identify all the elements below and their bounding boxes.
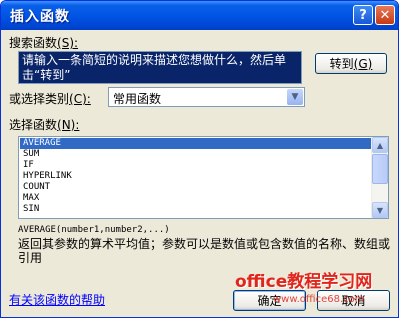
search-input[interactable]: 请输入一条简短的说明来描述您想做什么，然后单击“转到” [18, 51, 302, 84]
category-label: 或选择类别(C): [9, 92, 91, 106]
function-list-label: 选择函数(N): [9, 118, 80, 132]
help-icon[interactable]: ? [353, 5, 373, 25]
close-icon[interactable]: ✕ [375, 5, 395, 25]
list-item[interactable]: SIN [20, 204, 372, 215]
category-accel: (C): [69, 92, 91, 106]
goto-accel: (G) [353, 56, 373, 71]
chevron-down-icon[interactable]: ▼ [287, 89, 303, 105]
function-syntax: AVERAGE(number1,number2,...) [18, 225, 170, 235]
function-list-accel: (N): [57, 118, 80, 132]
insert-function-dialog: 插入函数 ? ✕ 搜索函数(S): 请输入一条简短的说明来描述您想做什么，然后单… [0, 0, 399, 318]
dialog-title: 插入函数 [10, 9, 70, 25]
list-item[interactable]: HYPERLINK [20, 171, 372, 182]
scrollbar-thumb[interactable] [372, 154, 388, 184]
vertical-scrollbar[interactable]: ▲ ▼ [371, 137, 388, 218]
category-select[interactable]: 常用函数 ▼ [108, 87, 305, 107]
search-accel: (S): [57, 36, 79, 50]
list-item[interactable]: AVERAGE [20, 138, 372, 149]
list-item[interactable]: COUNT [20, 182, 372, 193]
goto-button-label: 转到 [329, 57, 354, 71]
function-help-link[interactable]: 有关该函数的帮助 [9, 291, 105, 308]
scroll-up-icon[interactable]: ▲ [372, 137, 388, 153]
list-item[interactable]: MAX [20, 193, 372, 204]
list-item[interactable]: IF [20, 160, 372, 171]
search-label: 搜索函数(S): [9, 36, 79, 50]
watermark-text: office教程学习网 [235, 272, 373, 292]
function-list[interactable]: AVERAGE SUM IF HYPERLINK COUNT MAX SIN ▲… [18, 136, 389, 219]
watermark-url: www.office68.com [273, 294, 365, 305]
goto-button[interactable]: 转到 (G) [315, 53, 387, 74]
category-select-value: 常用函数 [113, 92, 162, 106]
title-bar[interactable]: 插入函数 ? ✕ [1, 1, 398, 30]
scroll-down-icon[interactable]: ▼ [372, 202, 388, 218]
list-item[interactable]: SUM [20, 149, 372, 160]
function-description: 返回其参数的算术平均值；参数可以是数值或包含数值的名称、数组或引用 [18, 237, 391, 265]
